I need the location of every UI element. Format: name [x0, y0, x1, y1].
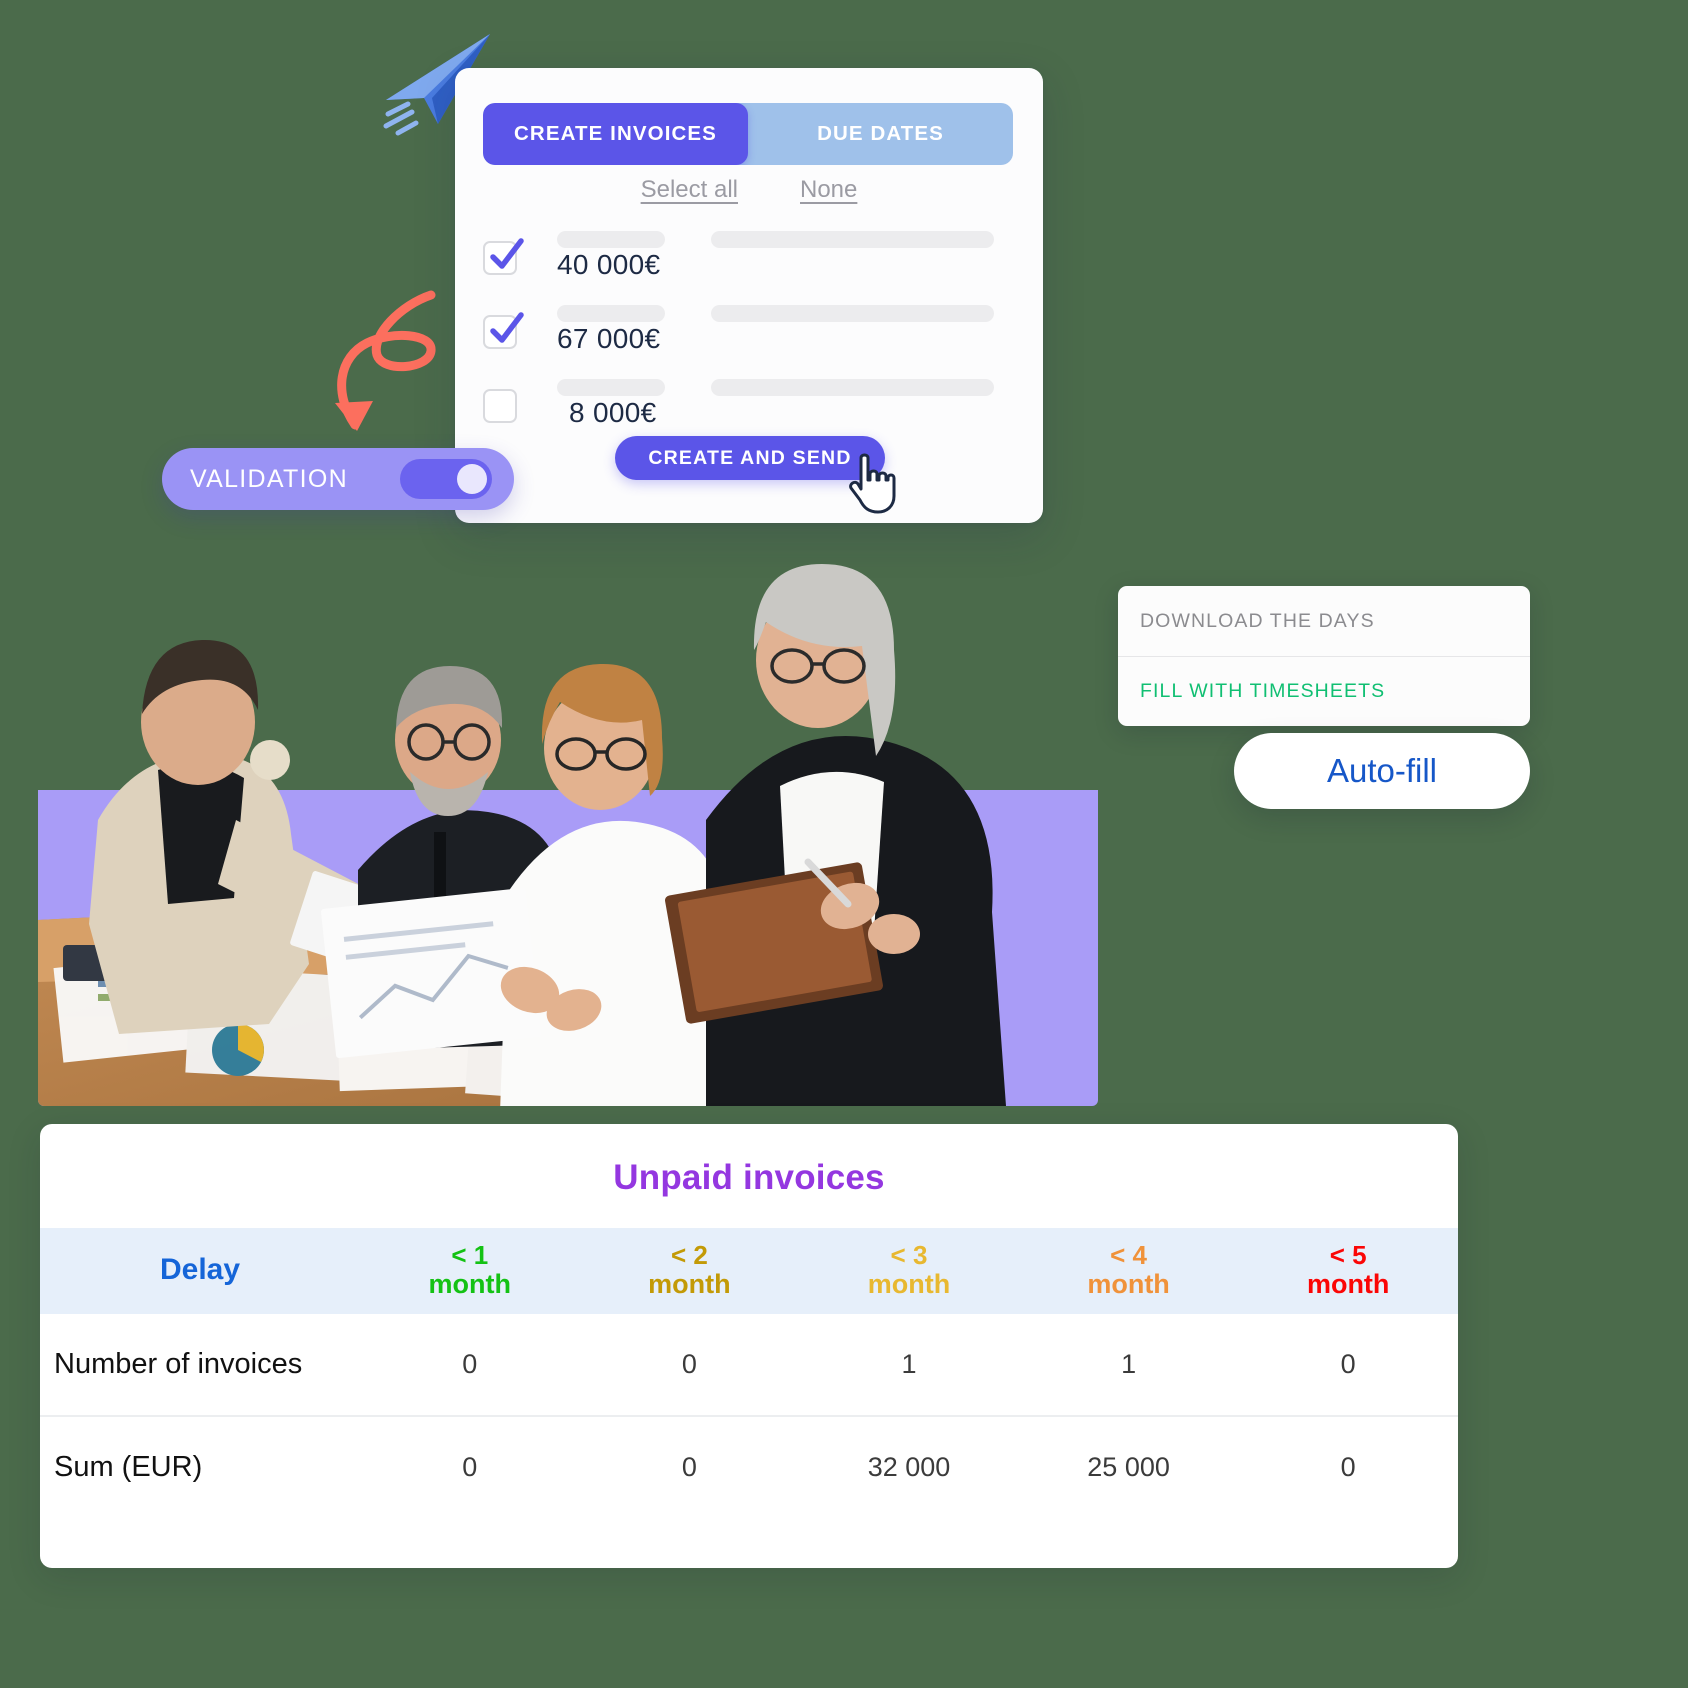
invoice-amount: 67 000€ [557, 323, 661, 354]
invoice-row: 8 000€ [483, 371, 1023, 445]
menu-item-fill-with-timesheets[interactable]: FILL WITH TIMESHEETS [1118, 656, 1530, 726]
create-invoices-card: CREATE INVOICES DUE DATES Select all Non… [455, 68, 1043, 523]
cell-sum-lt-2: 0 [681, 1452, 697, 1483]
invoice-row: 67 000€ [483, 297, 1023, 371]
auto-fill-button[interactable]: Auto-fill [1234, 733, 1530, 809]
table-header: Delay < 1 month < 2 month < 3 month < 4 … [40, 1228, 1458, 1315]
invoice-row: 40 000€ [483, 223, 1023, 297]
cell-sum-lt-4: 25 000 [1087, 1452, 1170, 1483]
selection-controls: Select all None [455, 176, 1043, 204]
invoice-amount: 8 000€ [569, 397, 657, 428]
tab-due-dates-label: DUE DATES [817, 122, 944, 145]
days-dropdown-panel: DOWNLOAD THE DAYS FILL WITH TIMESHEETS [1118, 586, 1530, 726]
none-link[interactable]: None [800, 176, 857, 204]
table-header-row: Delay < 1 month < 2 month < 3 month < 4 … [40, 1228, 1458, 1315]
column-header-lt-1-prefix: < 1 [451, 1240, 489, 1270]
skeleton-bar-long [711, 231, 994, 248]
invoice-checkbox-checked[interactable] [483, 312, 524, 349]
column-header-lt-3-month: < 3 month [799, 1228, 1019, 1314]
column-header-delay: Delay [159, 1253, 241, 1287]
skeleton-bar-short [557, 379, 665, 396]
column-header-lt-5-prefix: < 5 [1329, 1240, 1367, 1270]
column-header-lt-3-suffix: month [867, 1268, 951, 1299]
skeleton-bar-long [711, 379, 994, 396]
table-row: Number of invoices 0 0 1 1 0 [40, 1314, 1458, 1418]
menu-item-download-the-days[interactable]: DOWNLOAD THE DAYS [1118, 586, 1530, 656]
invoice-checkbox-unchecked[interactable] [483, 389, 517, 423]
column-header-lt-2-suffix: month [648, 1268, 731, 1299]
menu-item-fill-with-timesheets-label: FILL WITH TIMESHEETS [1140, 680, 1386, 702]
column-header-lt-5-month: < 5 month [1238, 1228, 1458, 1314]
tab-create-invoices-label: CREATE INVOICES [514, 122, 717, 145]
select-all-link[interactable]: Select all [641, 176, 738, 204]
unpaid-invoices-card: Unpaid invoices Delay < 1 month < 2 mont… [40, 1124, 1458, 1568]
skeleton-bar-short [557, 305, 665, 322]
column-header-lt-4-suffix: month [1087, 1268, 1170, 1299]
tab-due-dates[interactable]: DUE DATES [748, 103, 1013, 165]
skeleton-bar-short [557, 231, 665, 248]
check-icon [490, 312, 524, 343]
menu-item-download-the-days-label: DOWNLOAD THE DAYS [1140, 609, 1375, 632]
red-arrow-icon [305, 275, 450, 435]
cell-sum-lt-1: 0 [462, 1452, 478, 1483]
cell-sum-lt-3: 32 000 [867, 1452, 951, 1483]
column-header-lt-5-suffix: month [1306, 1268, 1390, 1299]
column-header-lt-2-month: < 2 month [580, 1228, 800, 1314]
cell-invoices-lt-2: 0 [579, 1314, 800, 1418]
row-label-sum-eur: Sum (EUR) [54, 1451, 203, 1484]
cell-invoices-lt-3: 1 [799, 1314, 1019, 1418]
cell-invoices-lt-4: 1 [1018, 1314, 1239, 1418]
table-row: Sum (EUR) 0 0 32 000 25 000 0 [40, 1416, 1458, 1518]
unpaid-invoices-table: Delay < 1 month < 2 month < 3 month < 4 … [40, 1228, 1458, 1518]
invoice-checkbox-checked[interactable] [483, 238, 524, 275]
column-header-lt-2-prefix: < 2 [670, 1240, 708, 1270]
column-header-lt-1-month: < 1 month [360, 1228, 580, 1314]
skeleton-bar-long [711, 305, 994, 322]
row-label-number-of-invoices: Number of invoices [40, 1314, 360, 1418]
check-icon [490, 238, 524, 269]
invoice-tabs: CREATE INVOICES DUE DATES [483, 103, 1013, 165]
team-meeting-photo [38, 490, 1098, 1106]
column-header-lt-4-month: < 4 month [1019, 1228, 1239, 1314]
invoice-list: 40 000€ 67 000€ 8 000€ [483, 223, 1023, 445]
tab-create-invoices[interactable]: CREATE INVOICES [483, 103, 748, 165]
cell-invoices-lt-1: 0 [360, 1314, 580, 1418]
unpaid-invoices-title: Unpaid invoices [613, 1158, 885, 1197]
table-body: Number of invoices 0 0 1 1 0 Sum (EUR) 0… [40, 1314, 1458, 1518]
cell-invoices-lt-5: 0 [1238, 1314, 1458, 1418]
column-header-lt-4-prefix: < 4 [1110, 1240, 1148, 1270]
page-root: CREATE INVOICES DUE DATES Select all Non… [0, 0, 1688, 1688]
column-header-lt-1-suffix: month [428, 1268, 512, 1299]
invoice-amount: 40 000€ [557, 249, 661, 280]
column-header-lt-3-prefix: < 3 [890, 1240, 928, 1270]
cell-sum-lt-5: 0 [1340, 1452, 1356, 1483]
